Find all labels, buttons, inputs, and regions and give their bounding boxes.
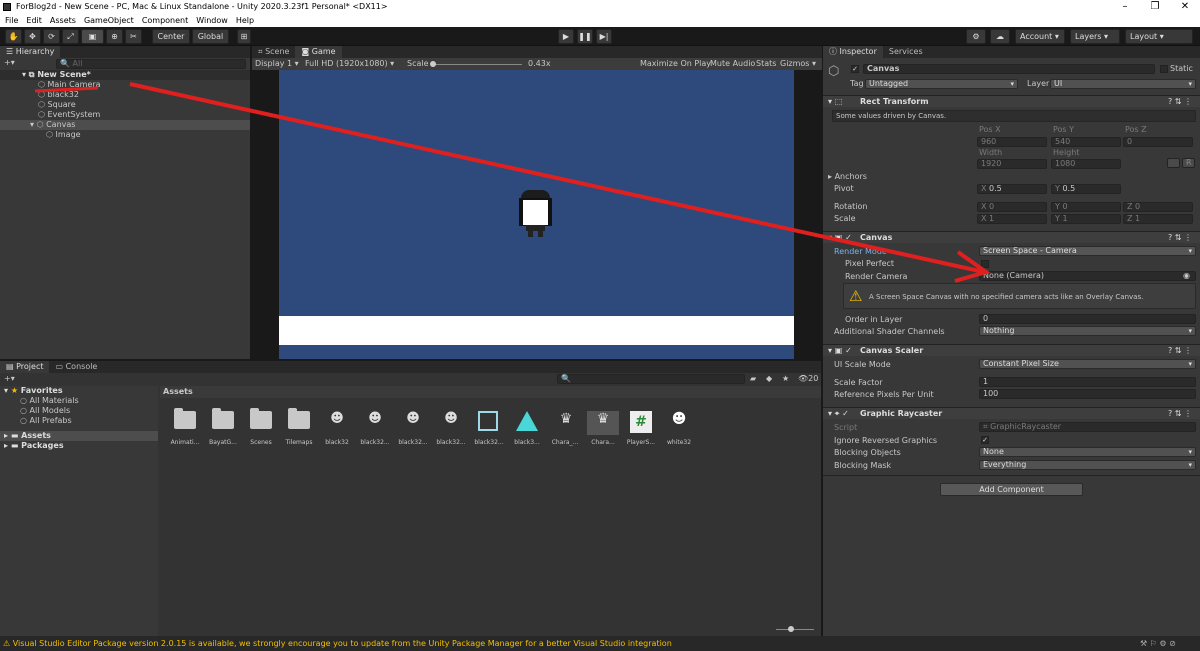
arrow-shaft (129, 82, 985, 274)
underline-stroke (34, 86, 99, 93)
annotation-arrow (34, 82, 991, 283)
